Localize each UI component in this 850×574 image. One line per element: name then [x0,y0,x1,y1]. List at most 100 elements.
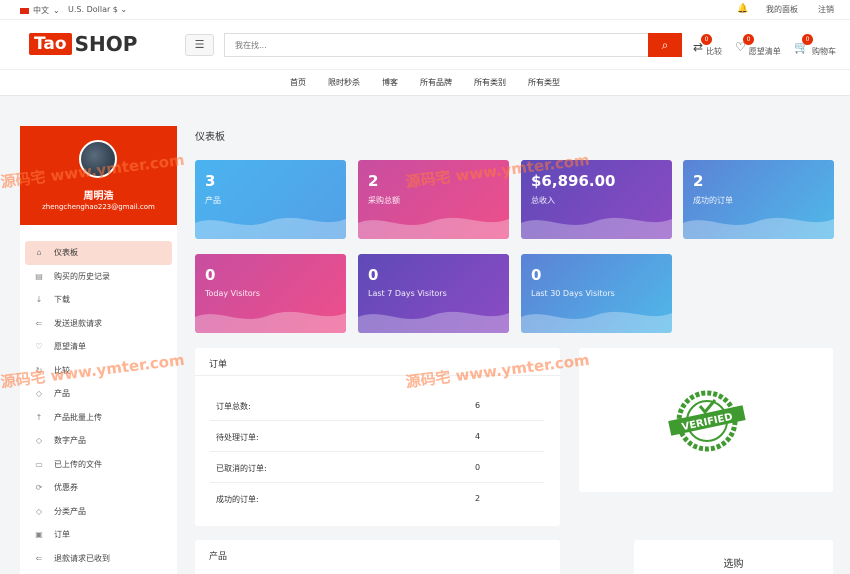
compare-label: 比较 [706,47,723,56]
stat-value: 0 [531,266,542,284]
order-stat-value: 6 [475,401,481,410]
sidebar-item-label: 退款请求已收到 [54,553,110,563]
buy-panel: 选购 [634,540,833,574]
stat-card-today-visitors: 0 Today Visitors [195,254,346,333]
page-title: 仪表板 [195,132,225,143]
wave-decoration [683,217,834,239]
wave-decoration [521,217,672,239]
order-stat-row: 待处理订单: 4 [210,421,544,452]
sidebar-item-bulk-upload[interactable]: ↑ 产品批量上传 [25,406,172,430]
sidebar-item-classified-products[interactable]: ◇ 分类产品 [25,500,172,524]
stat-value: 0 [368,266,379,284]
cart-count-badge: 0 [802,33,813,45]
sidebar-item-label: 发送退款请求 [54,318,102,328]
stat-value: 2 [693,172,704,190]
sidebar-item-label: 订单 [54,530,70,540]
bell-icon[interactable]: 🔔 [737,5,748,14]
sidebar-item-coupons[interactable]: ⟳ 优惠券 [25,476,172,500]
order-stat-row: 订单总数: 6 [210,390,544,421]
folder-icon: ▭ [35,459,43,469]
wave-decoration [358,311,509,333]
logo-tao: Tao [29,33,72,55]
order-stat-value: 4 [475,432,481,441]
sidebar-item-label: 分类产品 [54,506,86,516]
currency-label: U.S. Dollar $ [68,5,118,14]
sidebar-item-downloads[interactable]: ↓ 下载 [25,288,172,312]
products-panel: 产品 [195,540,560,574]
search-input[interactable]: 我在找... [224,33,648,57]
home-icon: ⌂ [36,248,42,258]
my-panel-link[interactable]: 我的面板 [766,4,798,15]
nav-flash-deals[interactable]: 限时秒杀 [328,77,360,88]
products-panel-title: 产品 [209,552,228,562]
category-menu-button[interactable]: ☰ [185,34,214,56]
nav-all-types[interactable]: 所有类型 [528,77,560,88]
china-flag-icon [20,7,29,14]
order-stat-label: 订单总数: [216,402,251,411]
nav-blog[interactable]: 博客 [382,77,398,88]
stat-label: Last 7 Days Visitors [368,289,447,298]
logout-link[interactable]: 注销 [818,4,834,15]
sidebar-item-label: 愿望清单 [54,342,86,352]
logo[interactable]: Tao SHOP [29,32,137,56]
sidebar-item-label: 仪表板 [54,248,78,258]
verified-panel: VERIFIED [579,348,833,492]
verified-badge-icon: VERIFIED [668,390,746,452]
sidebar-item-label: 数字产品 [54,436,86,446]
nav-all-brands[interactable]: 所有品牌 [420,77,452,88]
wave-decoration [521,311,672,333]
stat-label: 采购总额 [368,196,400,205]
sidebar-item-dashboard[interactable]: ⌂ 仪表板 [25,241,172,265]
stat-card-products: 3 产品 [195,160,346,239]
sidebar-item-label: 购买的历史记录 [54,271,110,281]
cart-icon: 🛒 0 [794,33,813,54]
cart-button[interactable]: 🛒 0 购物车 [794,33,836,57]
stat-card-7day-visitors: 0 Last 7 Days Visitors [358,254,509,333]
sidebar-menu: ⌂ 仪表板 ▤ 购买的历史记录 ↓ 下载 ⇐ 发送退款请求 ♡ 愿望清单 ↻ 比较 ◇ 产品 … [20,225,177,570]
heart-icon: ♡ 0 [735,33,754,54]
sidebar-item-label: 产品 [54,389,70,399]
currency-selector[interactable]: U.S. Dollar $ ⌄ [68,5,127,14]
stat-label: 总收入 [531,196,555,205]
stat-label: Last 30 Days Visitors [531,289,615,298]
sidebar-item-digital-products[interactable]: ◇ 数字产品 [25,429,172,453]
order-stat-value: 2 [475,494,481,503]
logo-shop: SHOP [74,32,138,56]
search-button[interactable]: ⌕ [648,33,682,57]
wishlist-count-badge: 0 [743,33,754,45]
profile-name: 周明浩 [83,191,114,202]
site-header: Tao SHOP ☰ 我在找... ⌕ ⇄ 0 比较 ♡ 0 愿望清单 🛒 0 购物车 [0,20,850,70]
buy-panel-title: 选购 [723,559,744,570]
order-stat-row: 已取消的订单: 0 [210,452,544,483]
download-icon: ↓ [35,295,43,305]
language-selector[interactable]: 中文 ⌄ [20,5,60,16]
diamond-icon: ◇ [35,436,43,446]
sidebar-item-refund-received[interactable]: ⇐ 退款请求已收到 [25,547,172,571]
sidebar-item-label: 下载 [54,295,70,305]
order-stat-label: 待处理订单: [216,433,259,442]
sidebar-item-orders[interactable]: ▣ 订单 [25,523,172,547]
wave-decoration [195,311,346,333]
diamond-icon: ◇ [35,506,43,516]
stat-value: 0 [205,266,216,284]
order-stat-row: 成功的订单: 2 [210,483,544,514]
stat-card-successful-orders: 2 成功的订单 [683,160,834,239]
compare-button[interactable]: ⇄ 0 比较 [693,33,723,57]
sidebar-item-label: 已上传的文件 [54,459,102,469]
heart-icon: ♡ [35,342,43,352]
sidebar-item-send-refund-request[interactable]: ⇐ 发送退款请求 [25,312,172,336]
stat-value: 3 [205,172,216,190]
profile-email: zhengchenghao223@gmail.com [42,203,155,211]
cart-label: 购物车 [811,47,836,56]
file-icon: ▤ [35,271,43,281]
sidebar-item-uploaded-files[interactable]: ▭ 已上传的文件 [25,453,172,477]
refund-icon: ⇐ [35,553,43,563]
nav-home[interactable]: 首页 [290,77,306,88]
stat-card-30day-visitors: 0 Last 30 Days Visitors [521,254,672,333]
refund-icon: ⇐ [35,318,43,328]
sidebar-item-purchase-history[interactable]: ▤ 购买的历史记录 [25,265,172,289]
hamburger-icon: ☰ [194,38,205,51]
main-nav: 首页 限时秒杀 博客 所有品牌 所有类别 所有类型 [0,70,850,96]
nav-all-categories[interactable]: 所有类别 [474,77,506,88]
wishlist-button[interactable]: ♡ 0 愿望清单 [735,33,781,57]
